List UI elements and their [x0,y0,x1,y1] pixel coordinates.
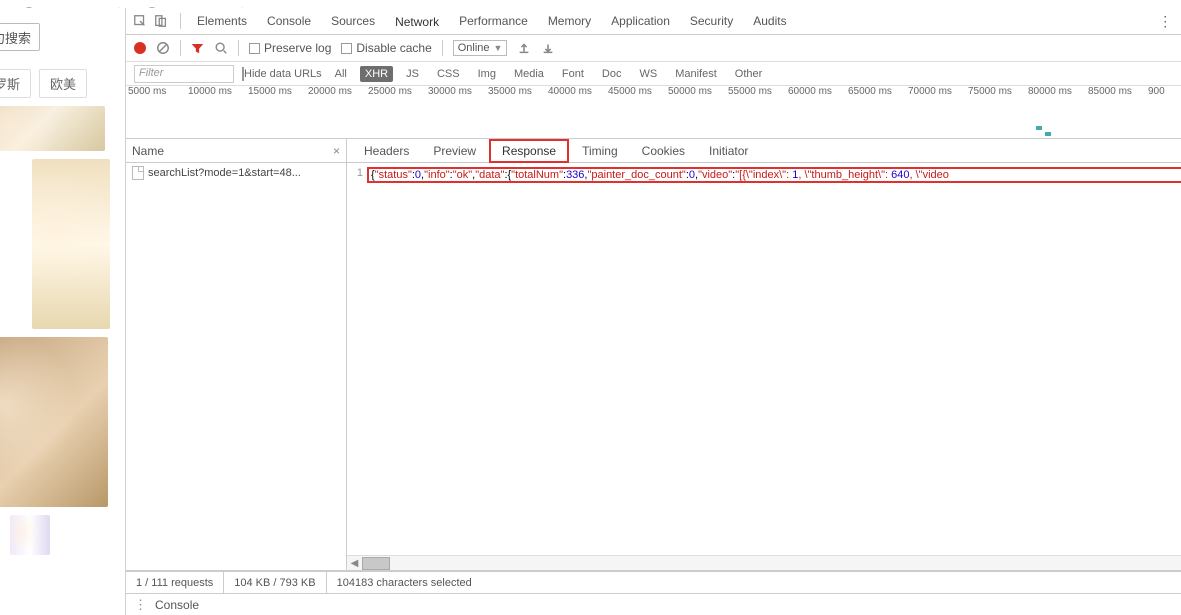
filter-media[interactable]: Media [509,66,549,82]
device-toggle-icon[interactable] [153,14,168,29]
more-options-icon[interactable]: ⋮ [1152,13,1178,30]
thumbnail-image[interactable] [0,106,105,151]
name-header: Name [132,144,164,158]
timeline-tick: 70000 ms [908,86,968,104]
request-name: searchList?mode=1&start=48... [148,167,301,179]
timeline-tick: 10000 ms [188,86,248,104]
divider [180,13,181,29]
scroll-left-icon[interactable]: ◀ [347,558,362,569]
filter-icon[interactable] [191,42,204,55]
clear-icon[interactable] [156,41,170,55]
request-list: Name × searchList?mode=1&start=48... [126,139,347,570]
tab-network[interactable]: Network [385,8,449,35]
tab-memory[interactable]: Memory [538,8,601,35]
record-icon[interactable] [134,42,146,54]
download-icon[interactable] [541,41,555,55]
timeline-tick: 30000 ms [428,86,488,104]
tab-performance[interactable]: Performance [449,8,538,35]
throttle-select[interactable]: Online▼ [453,40,508,56]
timeline-tick: 65000 ms [848,86,908,104]
console-drawer-label[interactable]: Console [155,598,199,612]
timeline-tick: 5000 ms [128,86,188,104]
status-requests: 1 / 111 requests [126,572,224,593]
divider [442,40,443,56]
status-bar: 1 / 111 requests 104 KB / 793 KB 104183 … [126,571,1181,593]
detail-tab-cookies[interactable]: Cookies [631,141,696,161]
thumbnail-image[interactable] [32,159,110,329]
filter-doc[interactable]: Doc [597,66,627,82]
horizontal-scrollbar[interactable]: ◀ ▶ [347,555,1181,570]
hide-data-urls-checkbox[interactable]: Hide data URLs [242,68,322,80]
filter-js[interactable]: JS [401,66,424,82]
response-json[interactable]: {"status":0,"info":"ok","data":{"totalNu… [367,167,1181,183]
detail-pane: Headers Preview Response Timing Cookies … [347,139,1181,570]
thumbnail-image[interactable] [0,337,108,507]
timeline-tick: 80000 ms [1028,86,1088,104]
timeline-tick: 45000 ms [608,86,668,104]
tab-application[interactable]: Application [601,8,680,35]
status-selection: 104183 characters selected [327,572,482,593]
filter-all[interactable]: All [330,66,352,82]
timeline-tick: 85000 ms [1088,86,1148,104]
tab-sources[interactable]: Sources [321,8,385,35]
filter-input[interactable]: Filter [134,65,234,83]
inspect-icon[interactable] [132,14,147,29]
timeline-tick: 25000 ms [368,86,428,104]
thumbnail-image[interactable] [10,515,50,555]
filter-img[interactable]: Img [473,66,501,82]
filter-manifest[interactable]: Manifest [670,66,722,82]
scroll-thumb[interactable] [362,557,390,570]
filter-css[interactable]: CSS [432,66,465,82]
detail-tab-timing[interactable]: Timing [571,141,629,161]
divider [180,40,181,56]
filter-font[interactable]: Font [557,66,589,82]
image-gallery: 句搜索 俄罗斯 欧美 [0,8,125,615]
timeline-tick: 35000 ms [488,86,548,104]
detail-tab-initiator[interactable]: Initiator [698,141,759,161]
timeline-tick: 15000 ms [248,86,308,104]
detail-tab-headers[interactable]: Headers [353,141,420,161]
filter-ws[interactable]: WS [634,66,662,82]
tab-console[interactable]: Console [257,8,321,35]
response-body[interactable]: 1 {"status":0,"info":"ok","data":{"total… [347,163,1181,570]
upload-icon[interactable] [517,41,531,55]
tab-audits[interactable]: Audits [743,8,796,35]
timeline-mark [1036,126,1042,130]
search-icon[interactable] [214,41,228,55]
timeline-mark [1045,132,1051,136]
category-western[interactable]: 欧美 [39,69,87,98]
console-menu-icon[interactable]: ⋮ [134,597,147,613]
close-detail-icon[interactable]: × [333,144,340,158]
timeline-tick: 55000 ms [728,86,788,104]
file-icon [132,166,144,180]
timeline-tick: 900 [1148,86,1181,104]
browser-tab[interactable]: CultureCloud后台 [15,0,133,8]
request-row[interactable]: searchList?mode=1&start=48... [126,163,346,183]
timeline-tick: 20000 ms [308,86,368,104]
category-russia[interactable]: 俄罗斯 [0,69,31,98]
filter-xhr[interactable]: XHR [360,66,393,82]
line-number: 1 [353,167,367,183]
filter-other[interactable]: Other [730,66,768,82]
tab-security[interactable]: Security [680,8,743,35]
detail-tab-response[interactable]: Response [489,139,569,163]
timeline-tick: 75000 ms [968,86,1028,104]
timeline-tick: 60000 ms [788,86,848,104]
tab-elements[interactable]: Elements [187,8,257,35]
status-transfer: 104 KB / 793 KB [224,572,326,593]
timeline-tick: 40000 ms [548,86,608,104]
search-button[interactable]: 句搜索 [0,23,40,51]
detail-tab-preview[interactable]: Preview [422,141,487,161]
timeline[interactable]: 5000 ms 10000 ms 15000 ms 20000 ms 25000… [126,86,1181,139]
timeline-tick: 50000 ms [668,86,728,104]
devtools-panel: Elements Console Sources Network Perform… [125,8,1181,615]
preserve-log-checkbox[interactable]: Preserve log [249,41,331,55]
disable-cache-checkbox[interactable]: Disable cache [341,41,431,55]
divider [238,40,239,56]
